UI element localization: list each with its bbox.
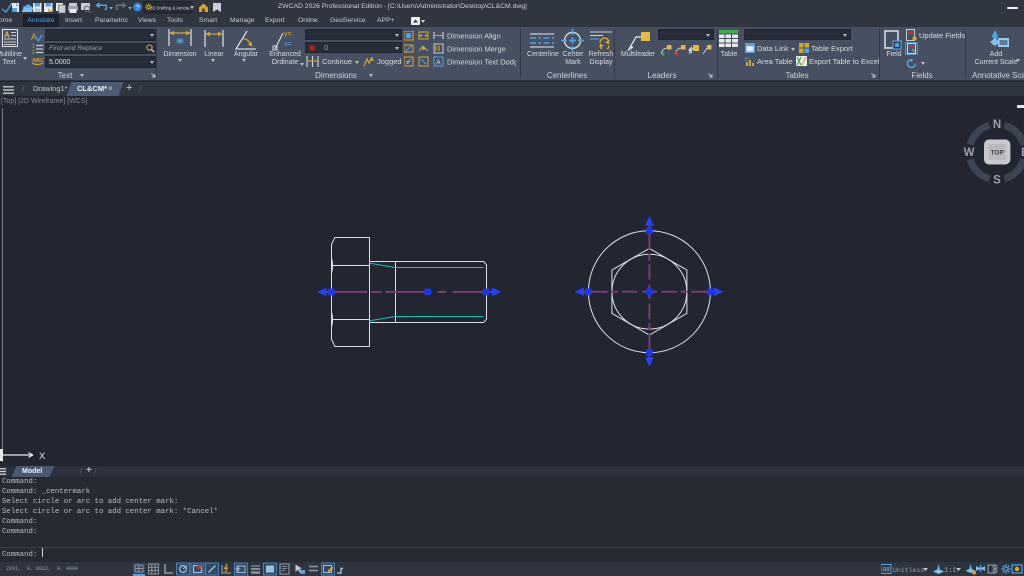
svg-text:08: 08: [883, 567, 891, 574]
svg-text:Dimension Text Dodge: Dimension Text Dodge: [447, 58, 516, 67]
svg-text:x=: x=: [284, 41, 292, 48]
svg-text:A: A: [4, 31, 10, 40]
svg-text:y=: y=: [284, 31, 292, 38]
svg-text:Dimension Align: Dimension Align: [447, 32, 501, 41]
svg-text:2D Drafting & Annota...: 2D Drafting & Annota...: [150, 6, 193, 11]
svg-text:2: 2: [32, 50, 35, 54]
svg-text:Unitless: Unitless: [893, 567, 924, 574]
svg-text:?: ?: [136, 3, 140, 12]
svg-text:A: A: [436, 60, 441, 67]
svg-text:X: X: [39, 451, 46, 462]
svg-text:A: A: [31, 32, 37, 42]
svg-text:1:1: 1:1: [944, 567, 957, 575]
svg-text:Dimension Merge: Dimension Merge: [447, 45, 506, 54]
